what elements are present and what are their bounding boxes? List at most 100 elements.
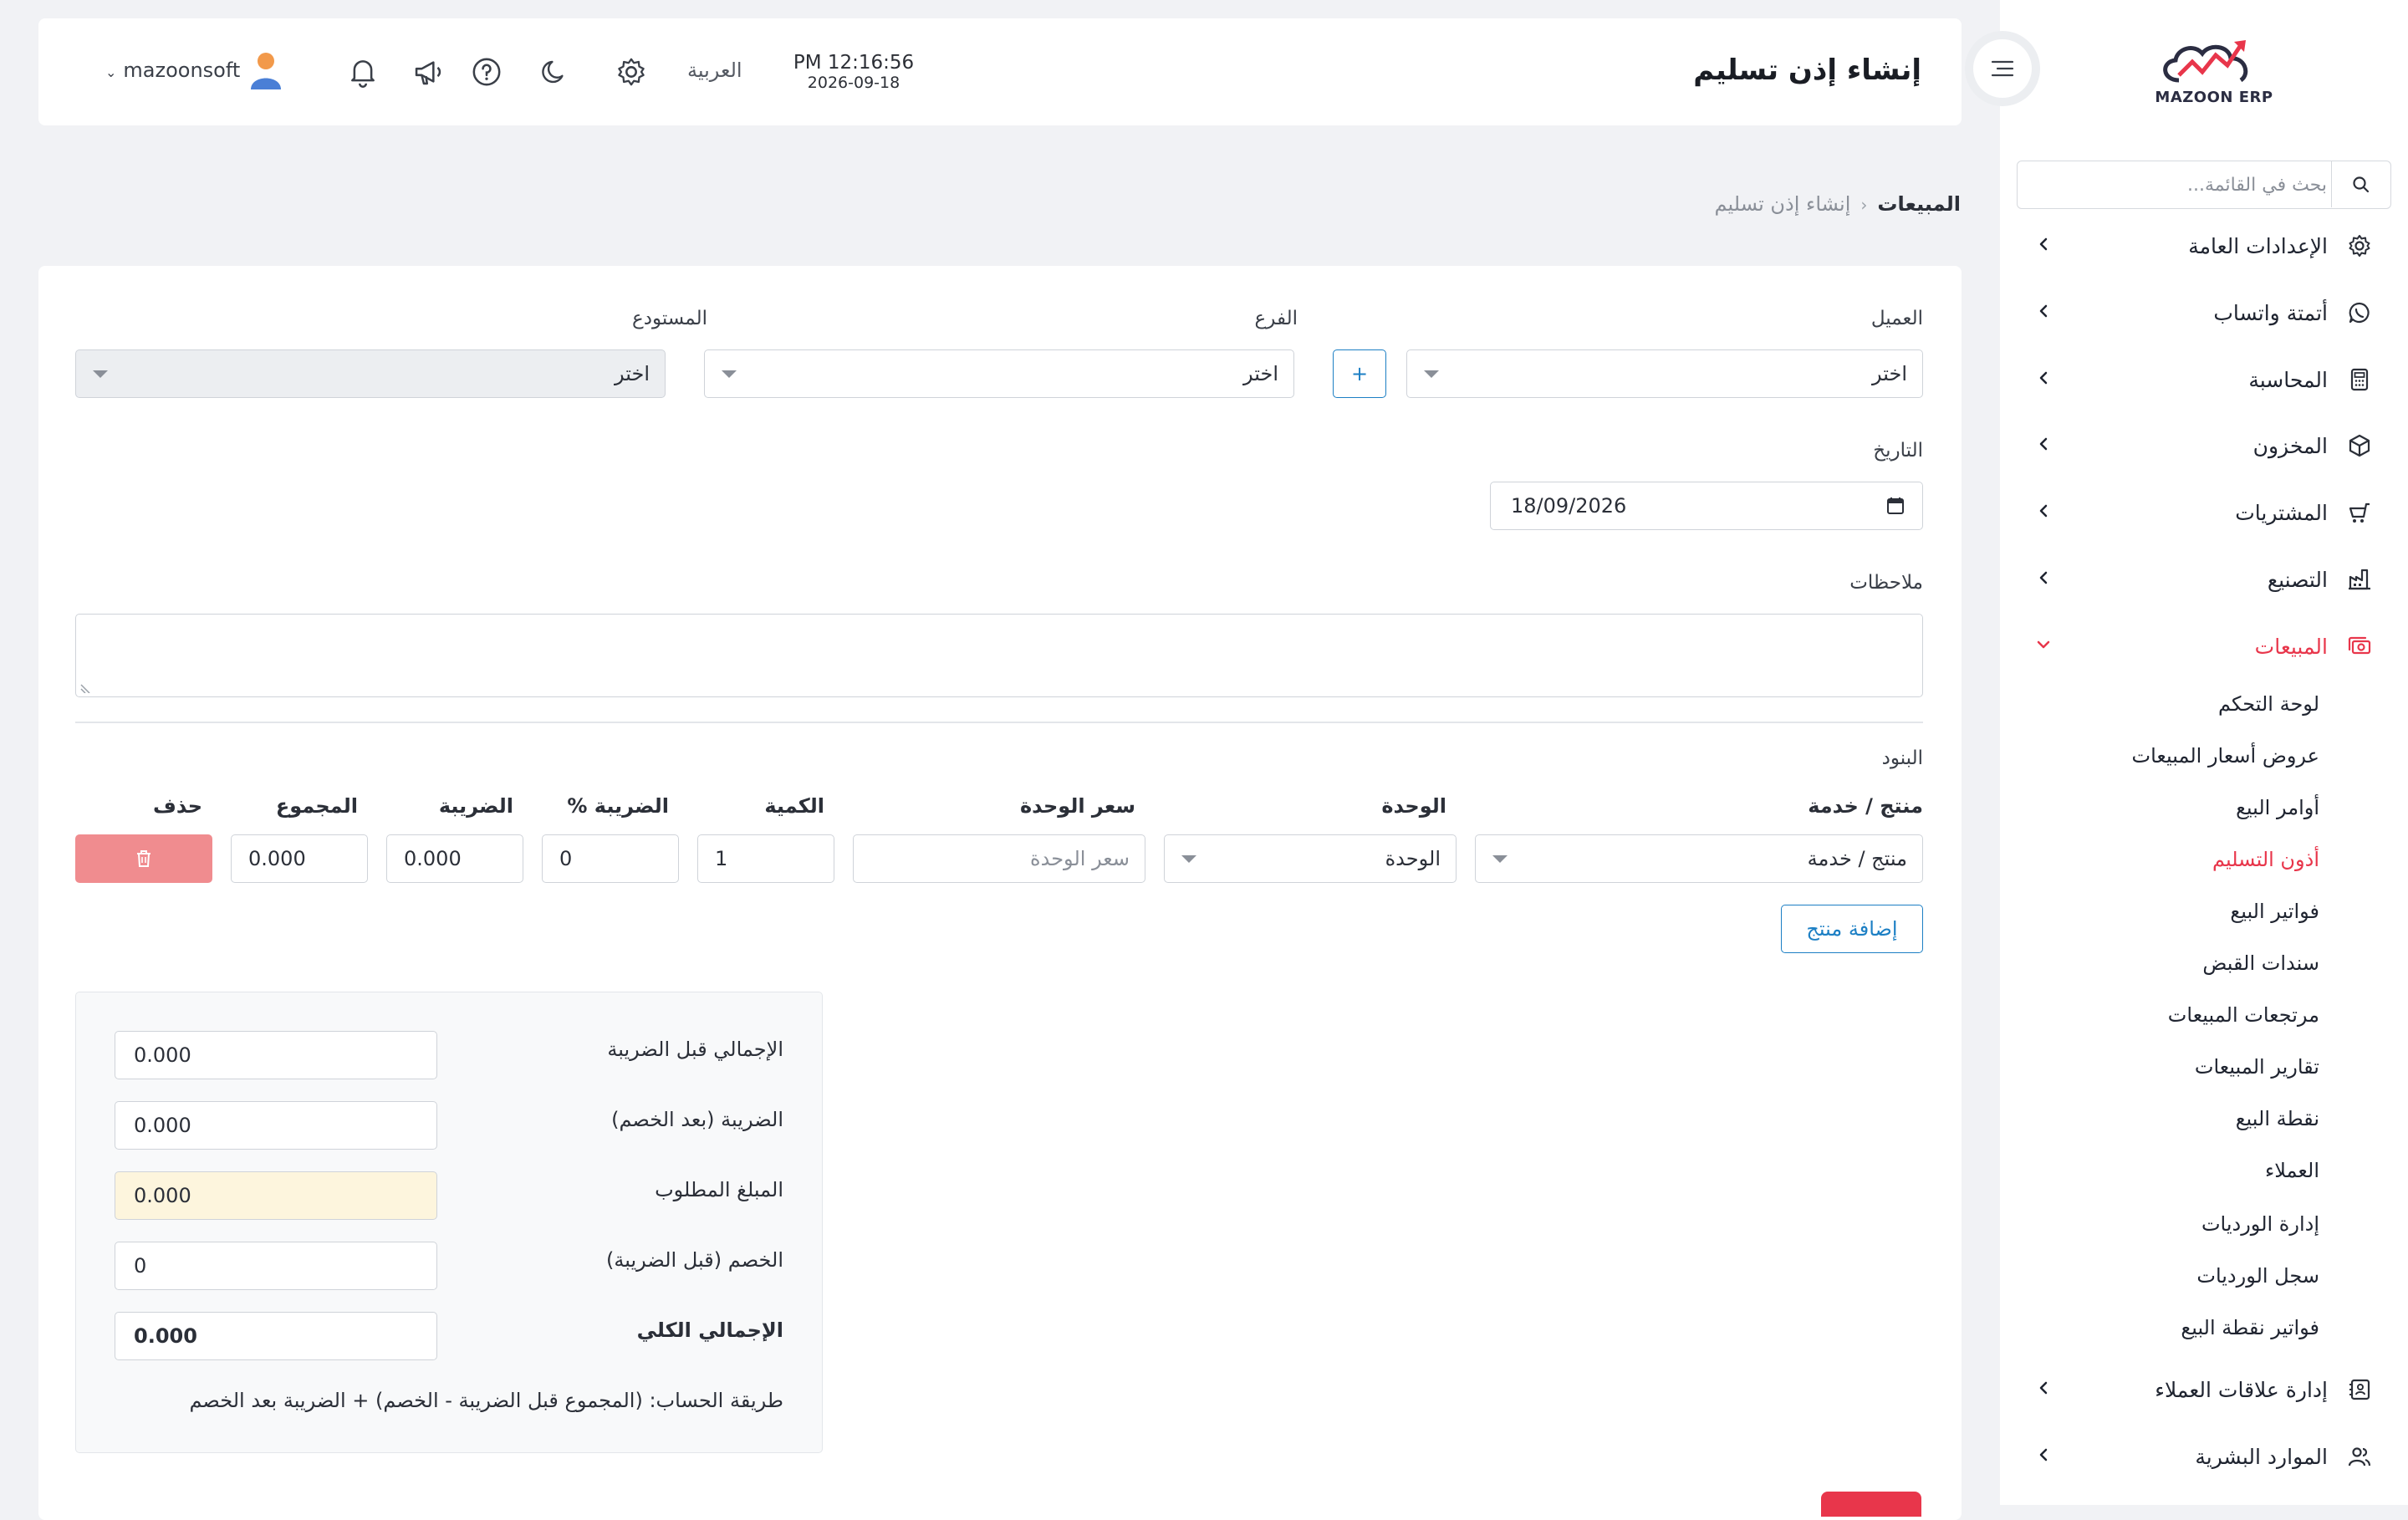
chevron-left-icon bbox=[2035, 436, 2052, 452]
megaphone-icon bbox=[415, 61, 441, 85]
sidebar-subitem-shift-log[interactable]: سجل الورديات bbox=[2196, 1264, 2319, 1288]
sidebar-subitem-pos[interactable]: نقطة البيع bbox=[2236, 1107, 2319, 1130]
sidebar-subitem-receipts[interactable]: سندات القبض bbox=[2202, 951, 2319, 975]
sidebar-item-inventory[interactable]: المخزون bbox=[2023, 425, 2375, 467]
sidebar-item-accounting[interactable]: المحاسبة bbox=[2023, 359, 2375, 400]
sidebar-item-label: الموارد البشرية bbox=[2195, 1444, 2328, 1469]
date-label: التاريخ bbox=[1873, 440, 1923, 462]
sidebar-subitem-reports[interactable]: تقارير المبيعات bbox=[2195, 1055, 2319, 1079]
sidebar-subitem-quotations[interactable]: عروض أسعار المبيعات bbox=[2131, 744, 2319, 768]
sidebar-item-whatsapp[interactable]: أتمتة واتساب bbox=[2023, 292, 2375, 334]
caret-down-icon bbox=[1424, 370, 1439, 378]
announcements-button[interactable] bbox=[410, 54, 446, 90]
resize-handle-icon[interactable] bbox=[79, 681, 91, 693]
chevron-left-icon bbox=[2035, 502, 2052, 519]
tax-percent-input[interactable]: 0 bbox=[542, 834, 679, 883]
sidebar-subitem-invoices[interactable]: فواتير البيع bbox=[2230, 900, 2319, 923]
grand-total-field[interactable]: 0.000 bbox=[115, 1312, 437, 1360]
clock-date: 2026-09-18 bbox=[807, 74, 900, 92]
caret-down-icon bbox=[93, 370, 108, 378]
breadcrumb-parent[interactable]: المبيعات bbox=[1877, 192, 1961, 216]
product-select[interactable]: منتج / خدمة bbox=[1475, 834, 1923, 883]
sidebar-toggle-inner bbox=[1973, 39, 2032, 98]
section-divider bbox=[75, 722, 1923, 723]
row-total-input[interactable]: 0.000 bbox=[231, 834, 368, 883]
sidebar-subitem-returns[interactable]: مرتجعات المبيعات bbox=[2168, 1003, 2319, 1027]
customer-select[interactable]: اختر bbox=[1406, 349, 1923, 398]
branch-label: الفرع bbox=[1254, 308, 1298, 329]
notifications-button[interactable] bbox=[344, 54, 381, 90]
submit-button[interactable] bbox=[1821, 1492, 1921, 1517]
caret-down-icon bbox=[1181, 855, 1196, 863]
warehouse-select[interactable]: اختر bbox=[75, 349, 666, 398]
chevron-down-icon bbox=[2035, 636, 2052, 653]
date-input[interactable]: 18/09/2026 bbox=[1490, 482, 1923, 530]
customer-select-value: اختر bbox=[1872, 362, 1907, 385]
sidebar-subitem-delivery-notes[interactable]: أذون التسليم bbox=[2212, 848, 2319, 871]
sidebar-item-crm[interactable]: إدارة علاقات العملاء bbox=[2023, 1369, 2375, 1410]
username: mazoonsoft bbox=[123, 59, 241, 82]
subtotal-value: 0.000 bbox=[134, 1043, 191, 1067]
user-avatar-icon bbox=[251, 53, 281, 89]
clock: PM 12:16:56 2026-09-18 bbox=[791, 52, 916, 92]
notes-label: ملاحظات bbox=[1849, 572, 1923, 594]
tax-after-discount-value: 0.000 bbox=[134, 1114, 191, 1137]
sidebar-item-label: الإعدادات العامة bbox=[2188, 233, 2328, 258]
notes-textarea[interactable] bbox=[75, 614, 1923, 697]
tax-after-discount-field[interactable]: 0.000 bbox=[115, 1101, 437, 1150]
search-button[interactable] bbox=[2331, 161, 2390, 207]
theme-toggle-button[interactable] bbox=[537, 54, 574, 90]
sidebar-subitem-pos-invoices[interactable]: فواتير نقطة البيع bbox=[2181, 1316, 2319, 1339]
tax-percent-value: 0 bbox=[559, 847, 573, 870]
users-icon bbox=[2344, 1441, 2375, 1472]
sidebar-subitem-sales-orders[interactable]: أوامر البيع bbox=[2236, 796, 2319, 819]
sidebar-item-label: المبيعات bbox=[2254, 634, 2328, 659]
gear-icon bbox=[2344, 231, 2375, 261]
sidebar-search-input[interactable] bbox=[2041, 161, 2329, 209]
grand-total-label: الإجمالي الكلي bbox=[636, 1319, 783, 1342]
logo-text: MAZOON ERP bbox=[2155, 89, 2273, 106]
caret-down-icon bbox=[1492, 855, 1508, 863]
menu-icon bbox=[1991, 60, 2014, 77]
subtotal-field[interactable]: 0.000 bbox=[115, 1031, 437, 1079]
factory-icon bbox=[2344, 564, 2375, 594]
app-logo[interactable]: MAZOON ERP bbox=[2150, 37, 2278, 114]
unit-price-input[interactable]: سعر الوحدة bbox=[853, 834, 1145, 883]
trash-icon bbox=[137, 850, 150, 867]
branch-select[interactable]: اختر bbox=[704, 349, 1294, 398]
sidebar-toggle-button[interactable] bbox=[1965, 31, 2040, 106]
discount-value: 0 bbox=[134, 1254, 147, 1278]
tax-value: 0.000 bbox=[404, 847, 462, 870]
help-button[interactable] bbox=[468, 54, 505, 90]
sidebar-item-sales[interactable]: المبيعات bbox=[2023, 625, 2375, 667]
bell-icon bbox=[351, 60, 375, 88]
sidebar-item-settings[interactable]: الإعدادات العامة bbox=[2023, 225, 2375, 267]
language-switch[interactable]: العربية bbox=[687, 59, 742, 82]
sidebar-subitem-shifts[interactable]: إدارة الورديات bbox=[2201, 1212, 2319, 1236]
sidebar-item-purchases[interactable]: المشتريات bbox=[2023, 492, 2375, 533]
amount-due-label: المبلغ المطلوب bbox=[655, 1178, 783, 1201]
sidebar-item-label: المحاسبة bbox=[2248, 367, 2328, 392]
discount-field[interactable]: 0 bbox=[115, 1242, 437, 1290]
user-menu[interactable]: ⌄ mazoonsoft bbox=[105, 59, 240, 82]
chevron-left-icon bbox=[2035, 1446, 2052, 1463]
sidebar-subitem-customers[interactable]: العملاء bbox=[2265, 1159, 2319, 1182]
calendar-icon[interactable] bbox=[1885, 496, 1905, 516]
delete-row-button[interactable] bbox=[75, 834, 212, 883]
avatar[interactable] bbox=[247, 52, 284, 89]
sidebar-item-manufacturing[interactable]: التصنيع bbox=[2023, 559, 2375, 600]
add-product-button[interactable]: إضافة منتج bbox=[1781, 905, 1923, 953]
amount-due-field[interactable]: 0.000 bbox=[115, 1171, 437, 1220]
quantity-input[interactable]: 1 bbox=[697, 834, 834, 883]
col-header-tax: الضريبة bbox=[438, 794, 513, 818]
chevron-left-icon bbox=[2035, 236, 2052, 252]
tax-input[interactable]: 0.000 bbox=[386, 834, 523, 883]
add-customer-button[interactable]: + bbox=[1333, 349, 1386, 398]
sidebar-item-hr[interactable]: الموارد البشرية bbox=[2023, 1436, 2375, 1477]
unit-select[interactable]: الوحدة bbox=[1164, 834, 1457, 883]
unit-price-placeholder: سعر الوحدة bbox=[1030, 847, 1130, 870]
settings-button[interactable] bbox=[613, 54, 650, 90]
chevron-left-icon bbox=[2035, 569, 2052, 586]
sidebar-subitem-dashboard[interactable]: لوحة التحكم bbox=[2218, 692, 2319, 716]
sidebar-item-label: إدارة علاقات العملاء bbox=[2155, 1377, 2328, 1402]
